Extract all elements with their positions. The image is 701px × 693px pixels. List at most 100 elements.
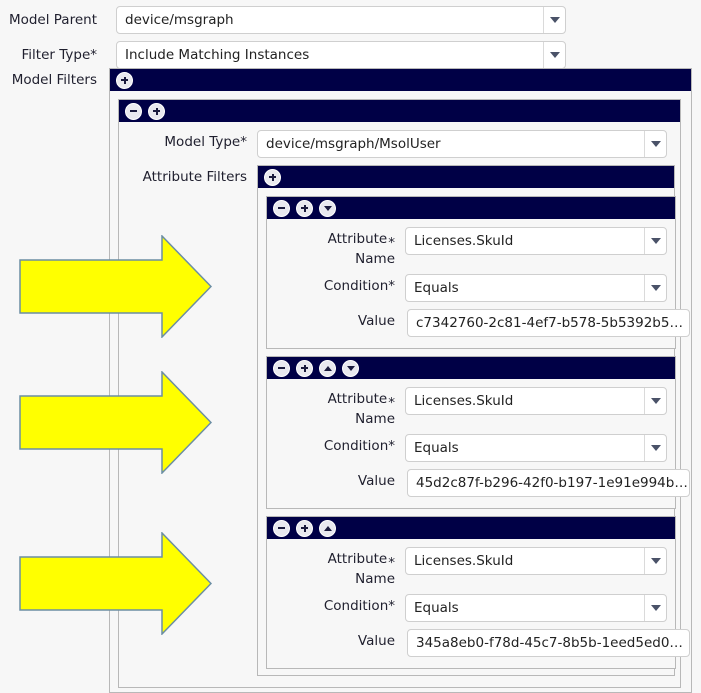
model-filters-label: Model Filters xyxy=(11,72,97,88)
condition-row: Condition* Equals xyxy=(275,434,667,462)
filter-type-label-text: Filter Type xyxy=(21,47,91,63)
chevron-down-icon[interactable] xyxy=(644,595,666,621)
attribute-name-label: Attribute* Name xyxy=(275,387,395,427)
top-fields-group: Model Parent device/msgraph Filter Type*… xyxy=(0,6,701,76)
attribute-name-row: Attribute* Name Licenses.SkuId xyxy=(275,547,667,587)
required-asterisk: * xyxy=(388,438,395,454)
model-type-value: device/msgraph/MsolUser xyxy=(266,136,441,152)
value-label: Value xyxy=(357,313,395,329)
chevron-up-icon[interactable] xyxy=(319,359,336,377)
value-label: Value xyxy=(357,473,395,489)
chevron-down-icon[interactable] xyxy=(644,388,666,414)
filter-type-label: Filter Type* xyxy=(0,41,97,63)
chevron-down-icon[interactable] xyxy=(644,435,666,461)
required-asterisk: * xyxy=(240,134,247,150)
plus-icon[interactable] xyxy=(264,168,281,186)
attribute-name-label-line1: Attribute xyxy=(327,391,388,407)
arrow-right-annotation xyxy=(19,532,212,635)
condition-row: Condition* Equals xyxy=(275,594,667,622)
value-row: Value 345a8eb0-f78d-45c7-8b5b-1eed5ed02da… xyxy=(275,629,690,657)
attribute-name-label-line1: Attribute xyxy=(327,551,388,567)
chevron-down-icon[interactable] xyxy=(319,199,336,217)
attribute-filters-toolbar xyxy=(258,166,674,188)
required-asterisk: * xyxy=(388,395,395,411)
attribute-filter-item-toolbar xyxy=(267,197,675,219)
condition-label: Condition* xyxy=(275,274,395,294)
plus-icon[interactable] xyxy=(296,519,313,537)
chevron-up-icon[interactable] xyxy=(319,519,336,537)
value-label: Value xyxy=(357,633,395,649)
minus-icon[interactable] xyxy=(273,199,290,217)
condition-value: Equals xyxy=(414,440,459,456)
arrow-right-annotation xyxy=(19,371,212,474)
attribute-filter-item-body: Attribute* Name Licenses.SkuId Condition* Eq… xyxy=(267,539,690,668)
filter-type-row: Filter Type* Include Matching Instances xyxy=(0,41,701,69)
plus-icon[interactable] xyxy=(116,71,133,89)
model-filters-toolbar xyxy=(110,69,691,91)
attribute-filter-item: Attribute* Name Licenses.SkuId Condition* Eq… xyxy=(266,516,690,669)
plus-icon[interactable] xyxy=(296,199,313,217)
condition-label-text: Condition xyxy=(323,438,389,454)
arrow-right-annotation xyxy=(19,235,212,338)
chevron-down-icon[interactable] xyxy=(644,548,666,574)
attribute-name-row: Attribute* Name Licenses.SkuId xyxy=(275,227,667,267)
value-input-text: c7342760-2c81-4ef7-b578-5b5392b57abf xyxy=(416,315,689,331)
required-asterisk: * xyxy=(388,278,395,294)
plus-icon[interactable] xyxy=(148,102,165,120)
required-asterisk: * xyxy=(388,555,395,571)
condition-dropdown[interactable]: Equals xyxy=(405,594,667,622)
attribute-filter-item: Attribute* Name Licenses.SkuId Condition* Eq… xyxy=(266,196,690,349)
attribute-filters-label: Attribute Filters xyxy=(142,169,247,185)
value-input-text: 345a8eb0-f78d-45c7-8b5b-1eed5ed02dab xyxy=(416,635,689,651)
attribute-name-label-line2: Name xyxy=(355,571,395,587)
condition-label: Condition* xyxy=(275,594,395,614)
attribute-name-label: Attribute* Name xyxy=(275,227,395,267)
chevron-down-icon[interactable] xyxy=(644,275,666,301)
chevron-down-icon[interactable] xyxy=(543,7,565,33)
minus-icon[interactable] xyxy=(273,519,290,537)
model-filter-item-toolbar xyxy=(119,100,680,122)
chevron-down-icon[interactable] xyxy=(543,42,565,68)
attribute-name-label-line2: Name xyxy=(355,251,395,267)
plus-icon[interactable] xyxy=(296,359,313,377)
attribute-name-label-line1: Attribute xyxy=(327,231,388,247)
attribute-name-value: Licenses.SkuId xyxy=(414,553,514,569)
attribute-name-dropdown[interactable]: Licenses.SkuId xyxy=(405,227,667,255)
filter-type-dropdown[interactable]: Include Matching Instances xyxy=(116,41,566,69)
attribute-name-value: Licenses.SkuId xyxy=(414,393,514,409)
value-input[interactable]: 345a8eb0-f78d-45c7-8b5b-1eed5ed02dab xyxy=(407,629,690,657)
model-parent-label: Model Parent xyxy=(8,12,97,28)
attribute-filter-item-toolbar xyxy=(267,517,675,539)
model-parent-dropdown[interactable]: device/msgraph xyxy=(116,6,566,34)
condition-row: Condition* Equals xyxy=(275,274,667,302)
attribute-name-label: Attribute* Name xyxy=(275,547,395,587)
value-input[interactable]: 45d2c87f-b296-42f0-b197-1e91e994b9ff xyxy=(407,469,690,497)
condition-dropdown[interactable]: Equals xyxy=(405,274,667,302)
attribute-filter-item: Attribute* Name Licenses.SkuId Condition* Eq… xyxy=(266,356,690,509)
condition-dropdown[interactable]: Equals xyxy=(405,434,667,462)
chevron-down-icon[interactable] xyxy=(644,228,666,254)
filter-type-value: Include Matching Instances xyxy=(125,47,310,63)
chevron-down-icon[interactable] xyxy=(644,131,666,157)
condition-label-text: Condition xyxy=(323,278,389,294)
condition-label: Condition* xyxy=(275,434,395,454)
attribute-name-dropdown[interactable]: Licenses.SkuId xyxy=(405,547,667,575)
value-row: Value 45d2c87f-b296-42f0-b197-1e91e994b9f… xyxy=(275,469,690,497)
minus-icon[interactable] xyxy=(273,359,290,377)
model-type-label: Model Type* xyxy=(127,130,247,150)
model-type-label-text: Model Type xyxy=(164,134,241,150)
model-parent-value: device/msgraph xyxy=(125,12,234,28)
attribute-filter-item-body: Attribute* Name Licenses.SkuId Condition* Eq… xyxy=(267,219,690,348)
minus-icon[interactable] xyxy=(125,102,142,120)
value-input-text: 45d2c87f-b296-42f0-b197-1e91e994b9ff xyxy=(416,475,689,491)
attribute-name-label-line2: Name xyxy=(355,411,395,427)
attribute-name-row: Attribute* Name Licenses.SkuId xyxy=(275,387,667,427)
value-input[interactable]: c7342760-2c81-4ef7-b578-5b5392b57abf xyxy=(407,309,690,337)
model-type-dropdown[interactable]: device/msgraph/MsolUser xyxy=(257,130,667,158)
attribute-name-dropdown[interactable]: Licenses.SkuId xyxy=(405,387,667,415)
attribute-filter-item-toolbar xyxy=(267,357,675,379)
attribute-filters-body: Attribute* Name Licenses.SkuId Condition* Eq… xyxy=(258,188,690,675)
chevron-down-icon[interactable] xyxy=(342,359,359,377)
value-row: Value c7342760-2c81-4ef7-b578-5b5392b57ab… xyxy=(275,309,690,337)
required-asterisk: * xyxy=(388,598,395,614)
